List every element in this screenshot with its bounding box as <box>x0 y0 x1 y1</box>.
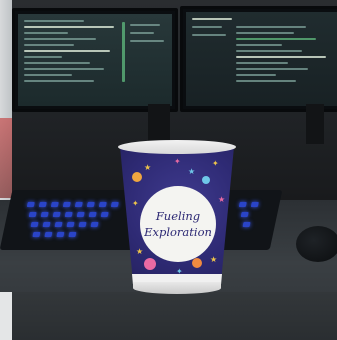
star-icon: ✦ <box>212 159 219 168</box>
planet-icon <box>202 176 210 184</box>
planet-icon <box>132 172 142 182</box>
cup-label-line-1: Fueling <box>155 209 201 223</box>
photo-scene: ★ ✦ ★ ✦ ✦ ★ ★ ✦ ★ Fueling Exploration <box>0 0 337 340</box>
right-monitor-screen <box>186 12 337 106</box>
star-icon: ★ <box>144 163 152 172</box>
star-icon: ★ <box>210 255 218 264</box>
star-icon: ★ <box>136 247 144 256</box>
computer-mouse <box>296 226 337 262</box>
cup-label-badge: Fueling Exploration <box>140 186 216 262</box>
cup-rim <box>118 140 236 154</box>
paper-cup: ★ ✦ ★ ✦ ✦ ★ ★ ✦ ★ Fueling Exploration <box>118 140 236 295</box>
cup-bottom <box>133 282 221 294</box>
cup-label-line-2: Exploration <box>144 225 212 239</box>
left-edge-base <box>0 292 12 340</box>
planet-icon <box>144 258 156 270</box>
star-icon: ✦ <box>132 199 139 208</box>
star-icon: ★ <box>188 167 196 176</box>
right-monitor <box>180 6 337 112</box>
planet-icon <box>192 258 202 268</box>
left-monitor <box>12 8 178 112</box>
left-monitor-screen <box>18 14 172 106</box>
star-icon: ✦ <box>174 157 181 166</box>
star-icon: ✦ <box>176 267 183 276</box>
star-icon: ★ <box>218 195 226 204</box>
desk-front-edge <box>12 292 337 340</box>
right-monitor-stand <box>306 104 324 144</box>
left-monitor-stand <box>148 104 170 144</box>
left-edge-red-object <box>0 118 12 198</box>
